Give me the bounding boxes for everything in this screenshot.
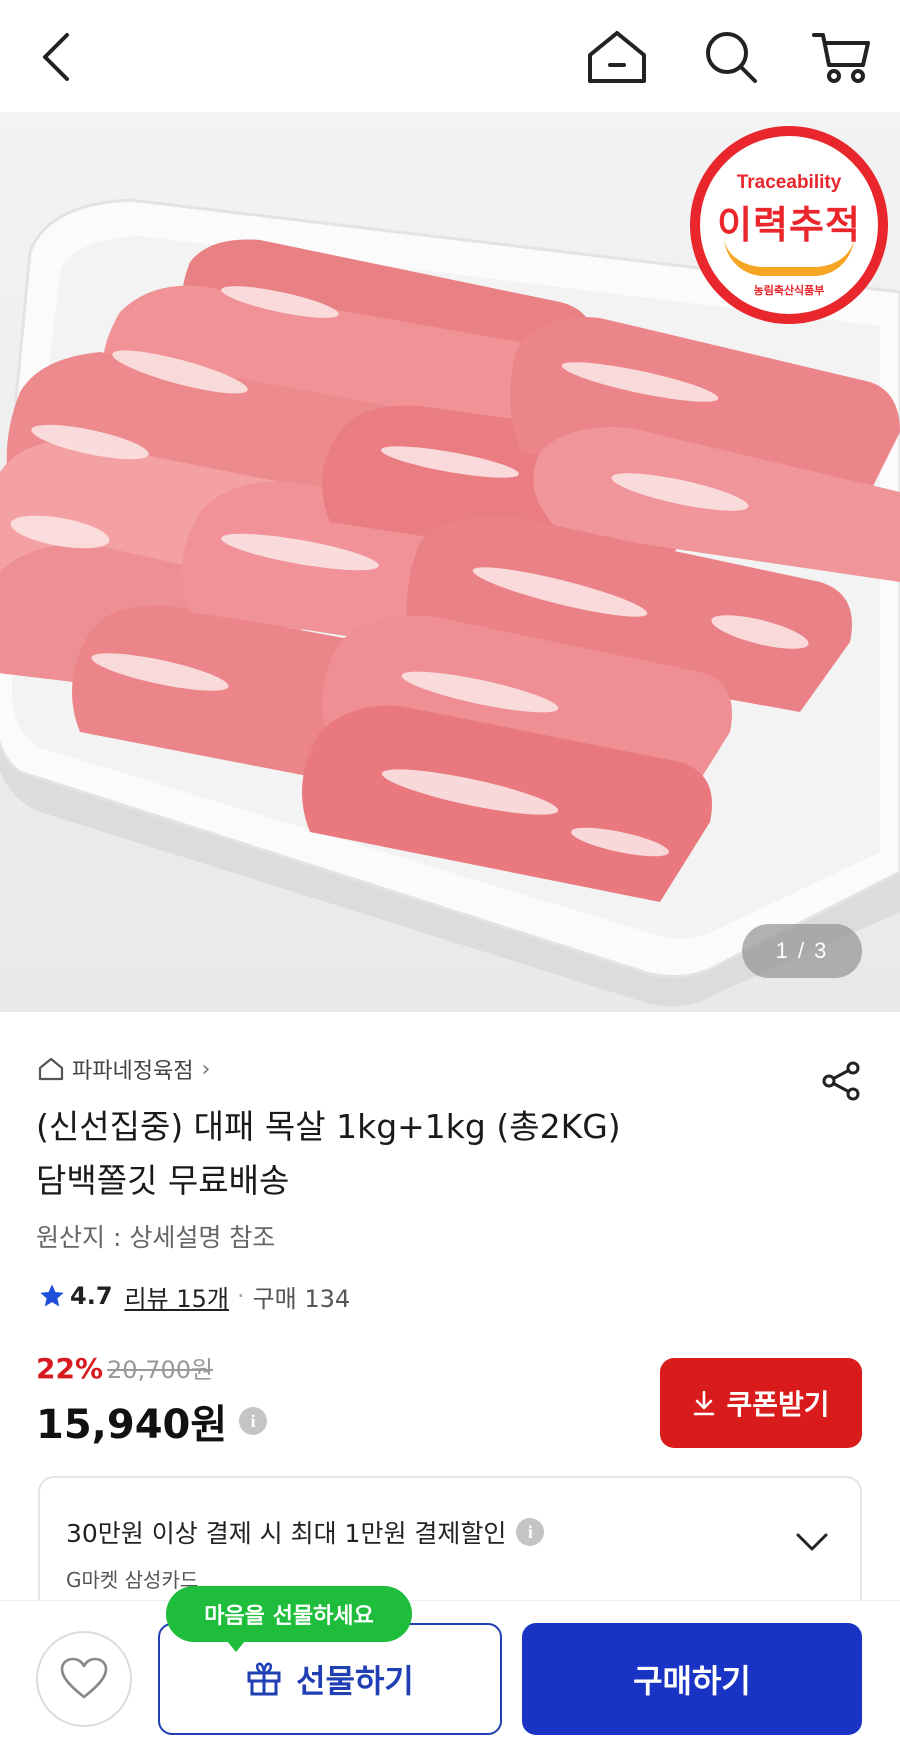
chevron-down-icon — [796, 1533, 828, 1551]
cart-button[interactable] — [806, 22, 876, 92]
product-title: (신선집중) 대패 목살 1kg+1kg (총2KG) 담백쫄깃 무료배송 — [36, 1100, 836, 1208]
share-icon — [822, 1061, 860, 1101]
promo-info-icon[interactable]: i — [516, 1518, 545, 1546]
seller-name: 파파네정육점 — [72, 1059, 194, 1084]
product-image-gallery[interactable]: Traceability 이력추적 농림축산식품부 1 / 3 — [0, 112, 900, 1012]
expand-promo-button[interactable] — [792, 1522, 832, 1562]
product-title-line2: 담백쫄깃 무료배송 — [36, 1161, 290, 1200]
purchase-count: 구매 134 — [252, 1284, 351, 1313]
traceability-badge: Traceability 이력추적 농림축산식품부 — [690, 126, 888, 324]
badge-issuer: 농림축산식품부 — [753, 284, 825, 297]
price-info-icon[interactable]: i — [239, 1407, 268, 1435]
image-pager: 1 / 3 — [742, 924, 862, 978]
chevron-left-icon — [43, 33, 69, 81]
badge-title-en: Traceability — [736, 172, 842, 193]
bottom-action-bar: 선물하기 구매하기 — [0, 1600, 900, 1738]
download-icon — [692, 1390, 716, 1416]
product-origin: 원산지 : 상세설명 참조 — [36, 1223, 276, 1252]
coupon-label: 쿠폰받기 — [726, 1388, 830, 1421]
discount-rate: 22% — [36, 1352, 104, 1385]
back-button[interactable] — [22, 22, 92, 92]
home-icon — [588, 31, 646, 83]
home-button[interactable] — [582, 22, 652, 92]
buy-button[interactable]: 구매하기 — [522, 1623, 862, 1735]
promo-card-name: G마켓 삼성카드 — [66, 1568, 199, 1592]
cart-icon — [812, 33, 870, 83]
rating-score: 4.7 — [70, 1282, 113, 1310]
gift-label: 선물하기 — [296, 1662, 414, 1700]
promo-text: 30만원 이상 결제 시 최대 1만원 결제할인 — [66, 1519, 507, 1548]
price-row: 15,940원 i — [36, 1392, 268, 1450]
search-icon — [706, 32, 757, 83]
discount-row: 22% 20,700원 — [36, 1350, 213, 1385]
heart-icon — [60, 1657, 108, 1699]
star-icon — [38, 1282, 66, 1310]
seller-link[interactable]: 파파네정육점 › — [38, 1052, 210, 1086]
rating-row: 4.7 리뷰 15개 · 구매 134 — [38, 1276, 350, 1316]
wishlist-button[interactable] — [36, 1631, 132, 1727]
product-title-line1: (신선집중) 대패 목살 1kg+1kg (총2KG) — [36, 1107, 621, 1146]
gift-tooltip: 마음을 선물하세요 — [166, 1586, 412, 1652]
share-button[interactable] — [816, 1056, 866, 1106]
buy-label: 구매하기 — [633, 1662, 751, 1700]
gift-icon — [246, 1661, 282, 1697]
search-button[interactable] — [696, 22, 766, 92]
review-count-link[interactable]: 리뷰 15개 — [125, 1279, 229, 1314]
badge-arc — [724, 236, 854, 276]
chevron-right-icon: › — [201, 1056, 211, 1082]
separator-dot: · — [236, 1282, 245, 1310]
top-bar — [0, 0, 900, 112]
sale-price: 15,940원 — [36, 1402, 228, 1448]
coupon-button[interactable]: 쿠폰받기 — [660, 1358, 862, 1448]
store-icon — [38, 1057, 64, 1081]
original-price: 20,700원 — [107, 1356, 214, 1384]
